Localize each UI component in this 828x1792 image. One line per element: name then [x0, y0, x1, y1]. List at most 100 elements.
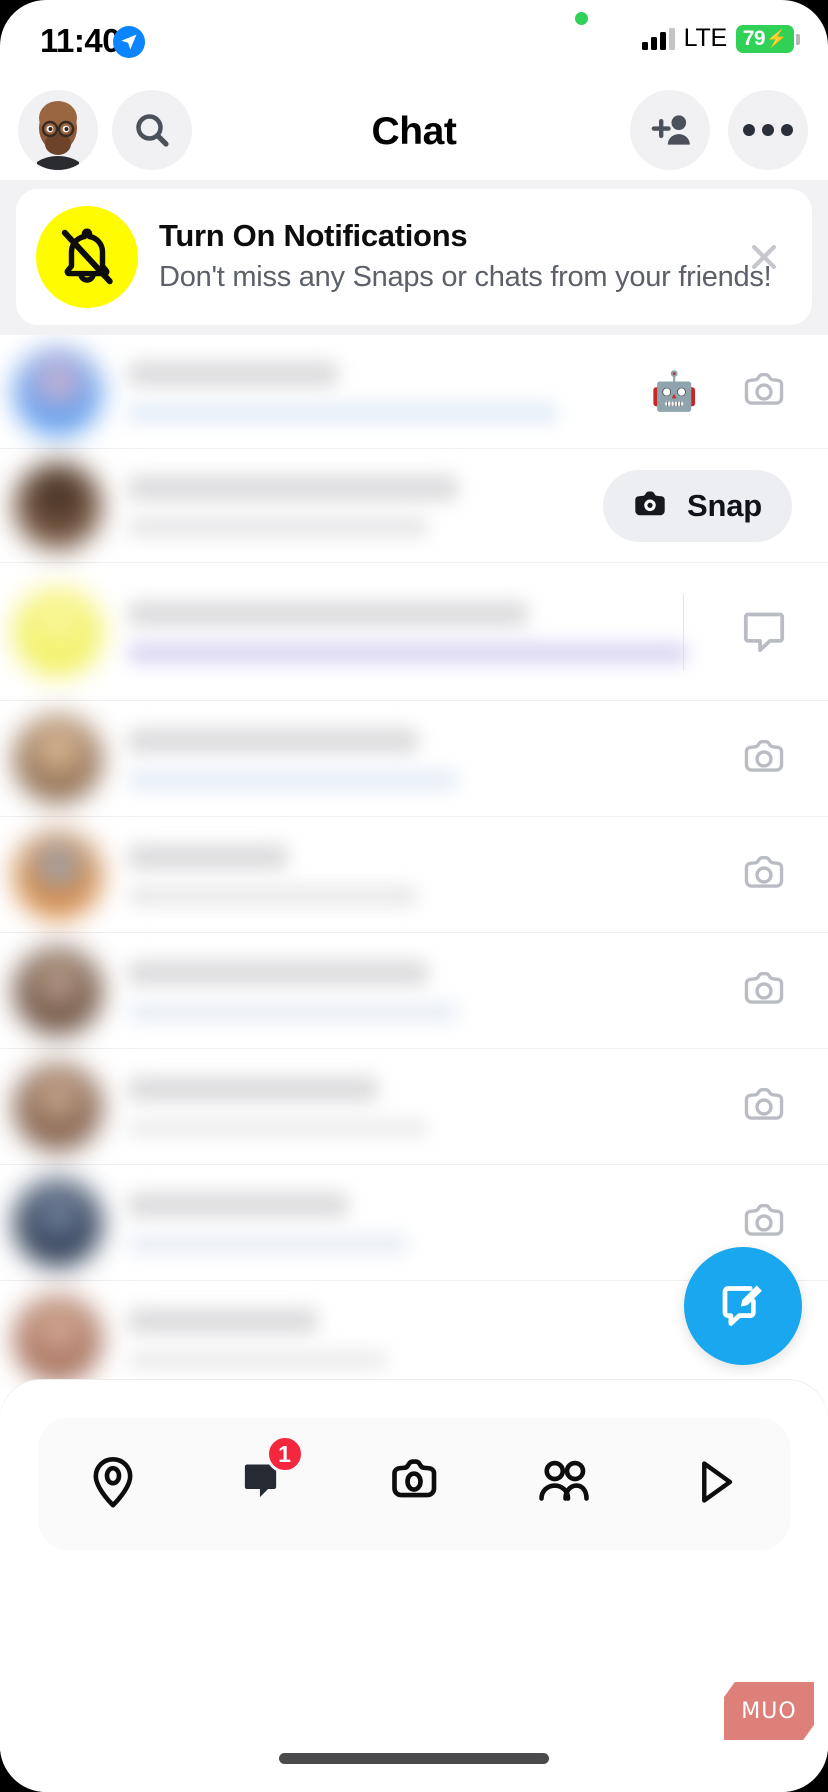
- chat-display-name: [128, 959, 428, 986]
- chat-avatar[interactable]: [14, 714, 102, 803]
- chat-row-actions: [528, 701, 828, 816]
- network-type-label: LTE: [683, 24, 728, 52]
- chat-row-actions: [528, 933, 828, 1048]
- chat-text-block: [128, 474, 528, 537]
- chat-row-actions: [528, 1049, 828, 1164]
- tab-map[interactable]: [53, 1429, 173, 1539]
- chat-text-block: [128, 727, 528, 790]
- chat-preview-text: [128, 1117, 428, 1138]
- turn-on-notifications-banner[interactable]: Turn On Notifications Don't miss any Sna…: [16, 189, 812, 325]
- chat-avatar[interactable]: [14, 347, 102, 436]
- chat-list-item[interactable]: [0, 563, 828, 701]
- tab-stories[interactable]: [504, 1429, 624, 1539]
- privacy-recording-dot: [575, 12, 588, 25]
- chat-display-name: [128, 1075, 378, 1102]
- camera-icon: [744, 971, 784, 1004]
- chat-list-item[interactable]: Snap: [0, 449, 828, 563]
- chat-text-block: [128, 1075, 528, 1138]
- status-bar-time: 11:40: [40, 22, 121, 59]
- new-chat-fab[interactable]: [684, 1247, 802, 1365]
- play-triangle-icon: [687, 1454, 743, 1515]
- chat-list-item[interactable]: [0, 1049, 828, 1165]
- notification-banner-container: Turn On Notifications Don't miss any Sna…: [0, 180, 828, 335]
- chat-preview-text: [128, 885, 418, 906]
- tab-pill: 1: [38, 1418, 790, 1550]
- row-camera-button[interactable]: [736, 848, 792, 902]
- chat-row-actions: [528, 817, 828, 932]
- chat-avatar[interactable]: [14, 946, 102, 1035]
- close-icon: [751, 244, 777, 270]
- row-chat-button[interactable]: [736, 604, 792, 660]
- friends-icon: [534, 1452, 594, 1517]
- location-arrow-icon: [113, 26, 145, 58]
- chat-list-item[interactable]: [0, 817, 828, 933]
- muo-watermark: MUO: [724, 1682, 814, 1740]
- snap-reply-button[interactable]: Snap: [603, 469, 792, 542]
- banner-text-block: Turn On Notifications Don't miss any Sna…: [159, 217, 772, 297]
- chat-display-name: [128, 727, 418, 754]
- friendmoji-robot-icon: 🤖: [650, 370, 698, 413]
- more-options-button[interactable]: [728, 90, 808, 170]
- banner-subtitle: Don't miss any Snaps or chats from your …: [159, 261, 772, 294]
- more-dot: [762, 124, 774, 136]
- tab-chat[interactable]: 1: [204, 1429, 324, 1539]
- chat-avatar[interactable]: [14, 1294, 102, 1383]
- chat-avatar[interactable]: [14, 461, 102, 550]
- chat-list-item[interactable]: [0, 701, 828, 817]
- chat-display-name: [128, 600, 528, 627]
- muo-watermark-label: MUO: [741, 1698, 797, 1724]
- tab-camera[interactable]: [354, 1429, 474, 1539]
- camera-icon: [744, 855, 784, 888]
- chat-text-block: [128, 959, 528, 1022]
- chat-preview-text: [128, 1233, 408, 1254]
- location-pin-icon: [84, 1453, 142, 1516]
- new-chat-icon: [722, 1285, 762, 1326]
- chat-preview-text: [128, 642, 688, 663]
- row-camera-button[interactable]: [736, 1196, 792, 1250]
- chat-text-block: [128, 1191, 528, 1254]
- chat-preview-text: [128, 1349, 388, 1370]
- chat-row-actions: [528, 563, 828, 700]
- chat-display-name: [128, 360, 338, 387]
- cellular-signal-icon: [641, 27, 675, 50]
- chat-avatar[interactable]: [14, 1178, 102, 1267]
- camera-icon: [384, 1452, 444, 1517]
- home-indicator: [279, 1753, 549, 1764]
- tab-badge: 1: [265, 1435, 304, 1473]
- chat-avatar[interactable]: [14, 587, 102, 676]
- charging-bolt-icon: ⚡: [766, 29, 788, 48]
- chat-bubble-icon: [743, 612, 785, 652]
- phone-screen: 11:40 LTE 79 ⚡ Chat Turn On Notification…: [0, 0, 828, 1792]
- chat-row-actions: 🤖: [528, 335, 828, 448]
- battery-indicator: 79 ⚡: [736, 24, 800, 53]
- status-bar-right: LTE 79 ⚡: [641, 24, 800, 53]
- app-header: Chat: [0, 84, 828, 180]
- chat-list-item[interactable]: 🤖: [0, 335, 828, 449]
- chat-preview-text: [128, 1001, 458, 1022]
- camera-icon: [744, 372, 784, 405]
- chat-list-item[interactable]: [0, 933, 828, 1049]
- add-friend-icon: [651, 115, 690, 145]
- status-bar: 11:40 LTE 79 ⚡: [0, 0, 828, 84]
- chat-list[interactable]: 🤖 Snap: [0, 335, 828, 1390]
- snap-reply-label: Snap: [687, 487, 762, 523]
- chat-display-name: [128, 474, 458, 501]
- tab-spotlight[interactable]: [655, 1429, 775, 1539]
- chat-display-name: [128, 1307, 318, 1334]
- more-dot: [743, 124, 755, 136]
- chat-text-block: [128, 600, 688, 663]
- chat-avatar[interactable]: [14, 830, 102, 919]
- more-dot: [781, 124, 793, 136]
- camera-icon: [744, 1203, 784, 1236]
- bottom-navigation-bar: 1 MUO: [0, 1380, 828, 1792]
- bell-muted-icon: [36, 206, 138, 308]
- row-camera-button[interactable]: [736, 365, 792, 419]
- row-camera-button[interactable]: [736, 1080, 792, 1134]
- camera-icon: [744, 739, 784, 772]
- row-camera-button[interactable]: [736, 732, 792, 786]
- banner-close-button[interactable]: [742, 235, 786, 279]
- chat-avatar[interactable]: [14, 1062, 102, 1151]
- add-friend-button[interactable]: [630, 90, 710, 170]
- chat-text-block: [128, 1307, 528, 1370]
- row-camera-button[interactable]: [736, 964, 792, 1018]
